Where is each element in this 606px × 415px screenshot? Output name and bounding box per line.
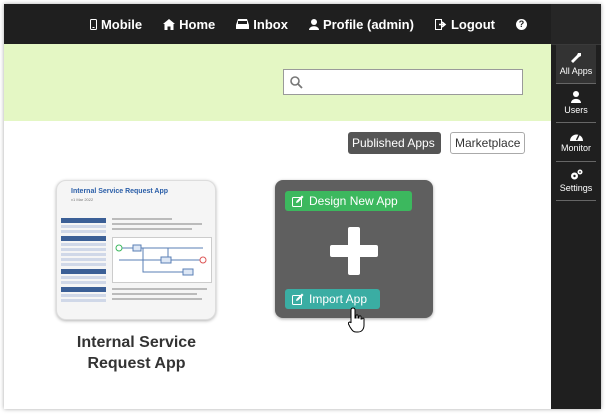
search-icon (290, 75, 303, 89)
app-name-line1: Internal Service (76, 334, 197, 351)
nav-help[interactable]: ? (516, 18, 527, 30)
nav-profile-label: Profile (admin) (322, 16, 414, 32)
tab-marketplace[interactable]: Marketplace (450, 132, 525, 154)
design-new-app-button[interactable]: Design New App (285, 191, 412, 211)
sidebar-item-label: Settings (559, 183, 593, 193)
app-card-internal-service[interactable]: Internal Service Request App v1 Mar 2022 (56, 180, 216, 320)
gears-icon (570, 169, 582, 180)
nav-logout[interactable]: Logout (434, 16, 495, 32)
user-icon (571, 91, 581, 103)
logout-icon (434, 18, 447, 30)
nav-inbox[interactable]: Inbox (236, 17, 288, 32)
inbox-icon (236, 19, 250, 29)
home-icon (163, 18, 176, 30)
nav-mobile[interactable]: Mobile (89, 16, 143, 32)
sidebar-item-label: All Apps (559, 66, 593, 76)
app-name[interactable]: Internal Service Request App (64, 332, 209, 374)
nav-logout-label: Logout (450, 16, 495, 32)
import-app-label: Import App (309, 292, 368, 306)
right-sidebar: All Apps Users Monitor Settings (551, 4, 601, 409)
search-input[interactable] (309, 73, 522, 91)
plus-icon[interactable] (330, 227, 378, 275)
import-app-button[interactable]: Import App (285, 289, 380, 309)
nav-home[interactable]: Home (163, 17, 215, 32)
app-name-line2: Request App (87, 355, 186, 372)
thumbnail-sidebar (61, 215, 106, 302)
nav-home-label: Home (179, 16, 216, 32)
top-nav-links: Mobile Home Inbox Profile (admin) Logout… (89, 4, 527, 44)
mobile-icon (89, 18, 97, 30)
nav-mobile-label: Mobile (100, 16, 143, 32)
sidebar-item-label: Users (564, 105, 588, 115)
nav-inbox-label: Inbox (253, 16, 288, 32)
sidebar-item-monitor[interactable]: Monitor (556, 123, 596, 162)
sidebar-top (551, 4, 601, 45)
hand-cursor-icon (348, 307, 365, 333)
thumbnail-subtitle: v1 Mar 2022 (71, 197, 94, 202)
thumbnail-diagram (112, 237, 212, 283)
sidebar-item-users[interactable]: Users (556, 84, 596, 123)
edit-icon (292, 195, 304, 207)
browser-frame: Mobile Home Inbox Profile (admin) Logout… (4, 4, 601, 409)
design-new-app-label: Design New App (309, 194, 398, 208)
design-new-app-card: Design New App Import App (275, 180, 433, 318)
help-icon: ? (516, 18, 527, 30)
sidebar-item-label: Monitor (560, 142, 591, 153)
search-box[interactable] (283, 69, 523, 95)
search-band (4, 44, 551, 121)
wrench-icon (571, 53, 581, 63)
nav-profile[interactable]: Profile (admin) (308, 16, 414, 32)
dashboard-icon (569, 134, 583, 141)
edit-icon (292, 293, 304, 305)
thumbnail-title: Internal Service Request App (71, 188, 168, 195)
sidebar-item-settings[interactable]: Settings (556, 162, 596, 201)
thumbnail-content (112, 215, 212, 315)
top-navbar: Mobile Home Inbox Profile (admin) Logout… (4, 4, 551, 44)
tab-published-apps[interactable]: Published Apps (348, 132, 441, 154)
sidebar-item-all-apps[interactable]: All Apps (556, 45, 596, 84)
user-icon (308, 18, 319, 30)
